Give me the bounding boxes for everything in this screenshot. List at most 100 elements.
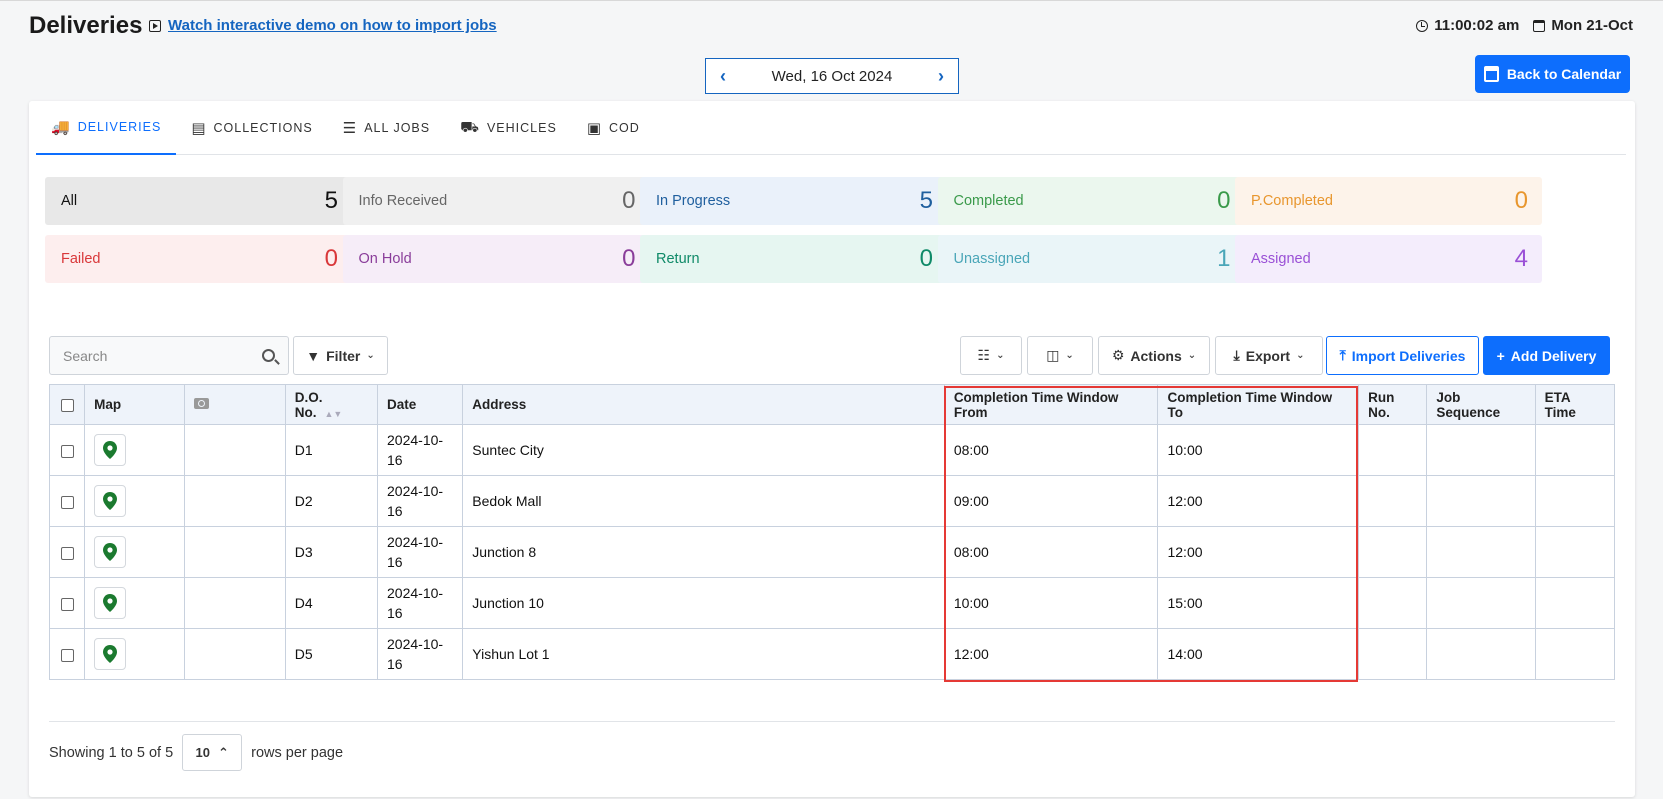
window-from-cell: 09:00 xyxy=(943,475,1159,527)
do-cell: D2 xyxy=(284,475,379,527)
demo-link[interactable]: Watch interactive demo on how to import … xyxy=(168,17,497,34)
status-count: 0 xyxy=(622,187,636,214)
row-checkbox[interactable] xyxy=(60,648,74,662)
demo-link-container[interactable]: Watch interactive demo on how to import … xyxy=(149,17,497,34)
map-pin-button[interactable] xyxy=(94,536,127,568)
chevron-right-icon[interactable]: › xyxy=(938,66,944,87)
column-header-do[interactable]: D.O. No. ▲▼ xyxy=(284,384,379,425)
tab-label: VEHICLES xyxy=(486,121,557,135)
add-delivery-button[interactable]: + Add Delivery xyxy=(1483,336,1610,375)
status-label: P.Completed xyxy=(1251,193,1333,209)
table-row[interactable]: D2 2024-10- 16 Bedok Mall 09:00 12:00 xyxy=(48,475,1616,527)
eta-cell xyxy=(1534,526,1616,578)
eta-cell xyxy=(1534,424,1616,476)
row-checkbox[interactable] xyxy=(60,546,74,560)
status-filter-on-hold[interactable]: On Hold 0 xyxy=(342,235,650,283)
sort-icon[interactable]: ▲▼ xyxy=(324,409,342,419)
window-from-cell: 12:00 xyxy=(943,628,1159,680)
eta-cell xyxy=(1534,475,1616,527)
status-count: 0 xyxy=(1514,187,1528,214)
table-row[interactable]: D3 2024-10- 16 Junction 8 08:00 12:00 xyxy=(48,526,1616,578)
map-cell xyxy=(84,424,186,476)
table-row[interactable]: D1 2024-10- 16 Suntec City 08:00 10:00 xyxy=(48,424,1616,476)
select-all-cell xyxy=(48,384,86,425)
map-pin-icon xyxy=(103,441,118,459)
map-pin-icon xyxy=(103,645,118,663)
table-row[interactable]: D4 2024-10- 16 Junction 10 10:00 15:00 xyxy=(48,577,1616,629)
import-deliveries-button[interactable]: ⤒ Import Deliveries xyxy=(1326,336,1479,375)
rows-per-page-select[interactable]: 10 ⌃ xyxy=(182,734,243,771)
tab-vehicles[interactable]: ⛟ VEHICLES xyxy=(445,101,572,155)
status-label: All xyxy=(61,193,78,209)
status-label: Completed xyxy=(953,193,1024,209)
status-count: 5 xyxy=(919,187,933,214)
row-select-cell xyxy=(48,475,86,527)
search-input[interactable] xyxy=(63,347,243,364)
status-filter-completed[interactable]: Completed 0 xyxy=(937,177,1245,225)
back-to-calendar-button[interactable]: Back to Calendar xyxy=(1475,55,1630,93)
photo-column-header xyxy=(184,384,286,425)
selected-date[interactable]: Wed, 16 Oct 2024 xyxy=(772,68,893,85)
column-header: ETA Time xyxy=(1534,384,1616,425)
select-all-checkbox[interactable] xyxy=(60,398,74,412)
column-header: Completion Time Window To xyxy=(1157,384,1360,425)
status-label: On Hold xyxy=(358,251,412,267)
status-filter-return[interactable]: Return 0 xyxy=(640,235,947,283)
map-pin-icon xyxy=(103,594,118,612)
clock-display: 11:00:02 am Mon 21-Oct xyxy=(1416,17,1633,34)
row-checkbox[interactable] xyxy=(60,444,74,458)
tab-deliveries[interactable]: 🚚 DELIVERIES xyxy=(36,101,177,155)
status-filter-assigned[interactable]: Assigned 4 xyxy=(1235,235,1542,283)
status-count: 0 xyxy=(919,245,933,272)
status-count: 0 xyxy=(1217,187,1231,214)
status-filter-unassigned[interactable]: Unassigned 1 xyxy=(937,235,1245,283)
tab-collections[interactable]: ▤ COLLECTIONS xyxy=(176,101,327,155)
map-pin-button[interactable] xyxy=(94,434,127,466)
window-to-cell: 15:00 xyxy=(1157,577,1360,629)
money-icon: ▣ xyxy=(586,120,602,137)
status-label: In Progress xyxy=(656,193,731,209)
map-pin-button[interactable] xyxy=(94,485,127,517)
status-label: Return xyxy=(656,251,700,267)
filter-label: Filter xyxy=(326,347,361,364)
map-pin-button[interactable] xyxy=(94,587,127,619)
status-filter-in-progress[interactable]: In Progress 5 xyxy=(640,177,947,225)
status-filter-p-completed[interactable]: P.Completed 0 xyxy=(1235,177,1542,225)
current-time: 11:00:02 am xyxy=(1434,17,1520,34)
column-settings-button[interactable]: ☷ ⌄ xyxy=(960,336,1022,375)
status-filter-info-received[interactable]: Info Received 0 xyxy=(342,177,650,225)
sliders-icon: ☷ xyxy=(977,347,991,363)
calendar-icon xyxy=(1533,19,1546,32)
job-sequence-cell xyxy=(1426,577,1536,629)
export-button[interactable]: ⤓ Export ⌄ xyxy=(1215,336,1323,375)
truck-icon: 🚚 xyxy=(51,119,71,136)
chevron-down-icon: ⌄ xyxy=(1187,350,1197,361)
plus-icon: + xyxy=(1496,347,1505,364)
status-count: 5 xyxy=(324,187,338,214)
import-label: Import Deliveries xyxy=(1351,347,1466,364)
filter-button[interactable]: ▼ Filter ⌄ xyxy=(293,336,388,375)
job-sequence-cell xyxy=(1426,475,1536,527)
layout-button[interactable]: ◫ ⌄ xyxy=(1027,336,1093,375)
row-checkbox[interactable] xyxy=(60,597,74,611)
window-to-cell: 12:00 xyxy=(1157,526,1360,578)
status-filter-failed[interactable]: Failed 0 xyxy=(45,235,352,283)
chevron-down-icon: ⌄ xyxy=(1065,350,1074,361)
row-select-cell xyxy=(48,628,86,680)
search-icon[interactable] xyxy=(262,349,275,362)
status-filter-all[interactable]: All 5 xyxy=(45,177,352,225)
window-from-cell: 08:00 xyxy=(943,526,1159,578)
actions-button[interactable]: ⚙ Actions ⌄ xyxy=(1098,336,1210,375)
tab-cod[interactable]: ▣ COD xyxy=(572,101,655,155)
column-header: Address xyxy=(462,384,945,425)
table-row[interactable]: D5 2024-10- 16 Yishun Lot 1 12:00 14:00 xyxy=(48,628,1616,680)
map-pin-button[interactable] xyxy=(94,638,127,670)
chevron-down-icon: ⌄ xyxy=(366,350,375,361)
chevron-left-icon[interactable]: ‹ xyxy=(720,66,726,87)
status-count: 0 xyxy=(622,245,636,272)
clock-icon xyxy=(1416,19,1429,32)
tab-all-jobs[interactable]: ☰ ALL JOBS xyxy=(328,101,445,155)
status-count: 4 xyxy=(1514,245,1528,272)
search-box[interactable] xyxy=(49,336,289,375)
row-checkbox[interactable] xyxy=(60,495,74,509)
